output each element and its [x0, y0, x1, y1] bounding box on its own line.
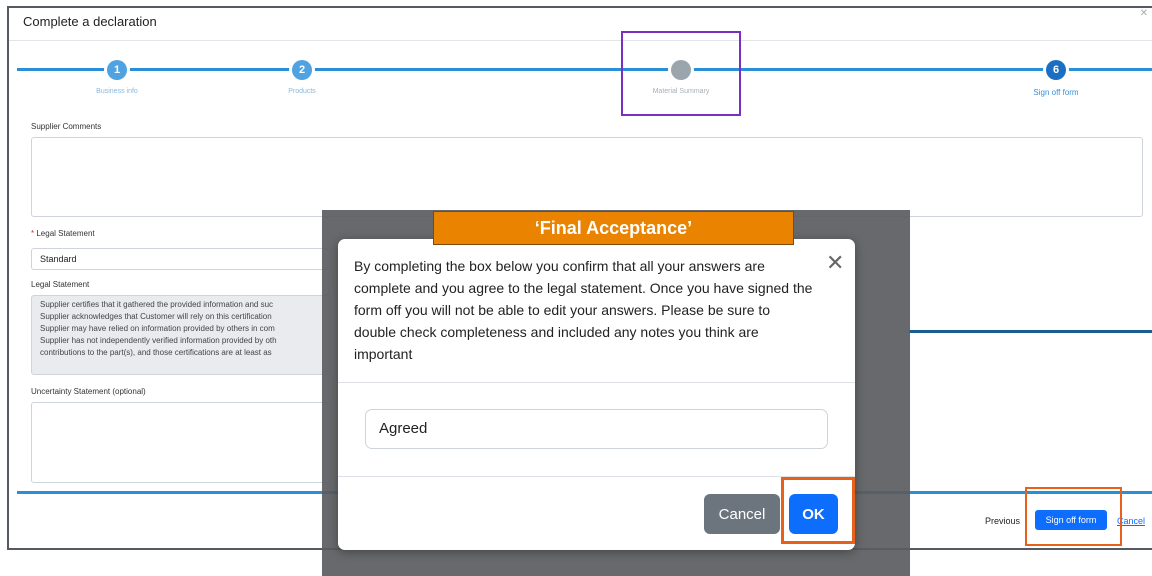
stepper: 1 Business info 2 Products Material Summ… — [9, 48, 1152, 108]
legal-statement-text: Supplier certifies that it gathered the … — [31, 295, 331, 375]
confirmation-input[interactable]: Agreed — [365, 409, 828, 449]
modal-cancel-button[interactable]: Cancel — [704, 494, 780, 534]
legal-statement-text-label: Legal Statement — [31, 280, 90, 289]
close-icon[interactable]: ✕ — [1140, 8, 1148, 19]
step-1-label: Business info — [96, 88, 138, 95]
form-section-divider — [909, 330, 1152, 333]
window-titlebar: Complete a declaration ✕ — [9, 8, 1152, 41]
ok-button-highlight-box — [781, 477, 855, 544]
legal-statement-select-label-text: Legal Statement — [36, 229, 95, 238]
stepper-track — [17, 68, 1152, 71]
step-2-circle[interactable]: 2 — [292, 60, 312, 80]
legal-statement-select[interactable]: Standard — [31, 248, 331, 270]
modal-message: By completing the box below you confirm … — [354, 258, 813, 362]
previous-button[interactable]: Previous — [985, 516, 1020, 526]
legal-line: contributions to the part(s), and those … — [40, 348, 272, 357]
final-acceptance-banner: ‘Final Acceptance’ — [433, 211, 794, 245]
step-6-label: Sign off form — [1033, 88, 1079, 97]
legal-line: Supplier acknowledges that Customer will… — [40, 312, 272, 321]
window-title: Complete a declaration — [23, 14, 157, 29]
legal-line: Supplier certifies that it gathered the … — [40, 300, 274, 309]
modal-header-divider — [338, 382, 855, 383]
sign-off-button-highlight-box — [1025, 487, 1122, 546]
step-6-circle[interactable]: 6 — [1046, 60, 1066, 80]
supplier-comments-label: Supplier Comments — [31, 122, 102, 131]
step-highlight-box — [621, 31, 741, 116]
step-2-label: Products — [288, 88, 316, 95]
step-1-circle[interactable]: 1 — [107, 60, 127, 80]
uncertainty-statement-label: Uncertainty Statement (optional) — [31, 387, 146, 396]
supplier-comments-textarea[interactable] — [31, 137, 1143, 217]
legal-statement-select-label: * Legal Statement — [31, 229, 95, 238]
uncertainty-statement-textarea[interactable] — [31, 402, 331, 483]
modal-footer-divider — [338, 476, 855, 477]
close-icon[interactable]: ✕ — [826, 252, 844, 274]
legal-line: Supplier may have relied on information … — [40, 324, 275, 333]
confirmation-modal: By completing the box below you confirm … — [338, 239, 855, 550]
required-marker: * — [31, 229, 35, 238]
legal-line: Supplier has not independently verified … — [40, 336, 277, 345]
